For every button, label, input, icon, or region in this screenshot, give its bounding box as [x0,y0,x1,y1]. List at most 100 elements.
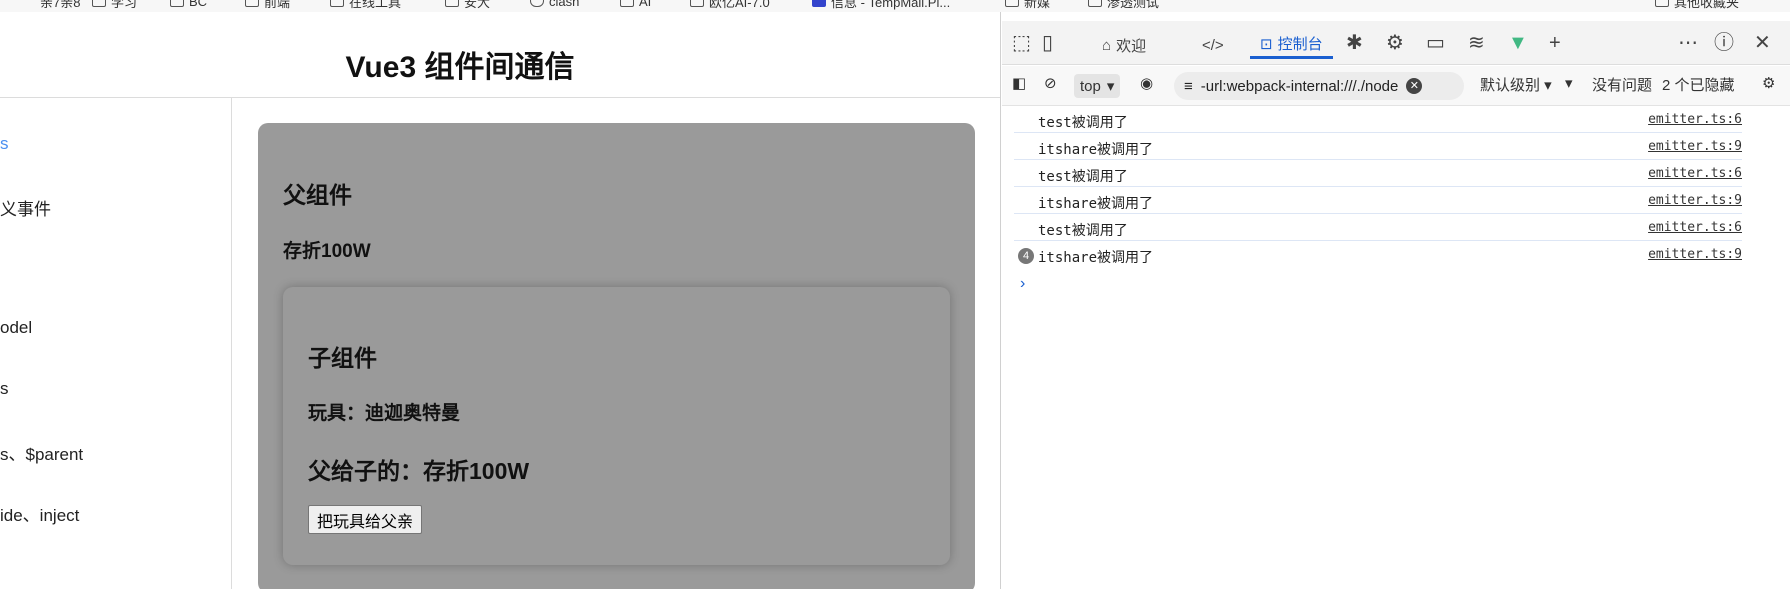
bookmark-label: clash [549,0,580,9]
log-row: test被调用了 emitter.ts:6 [1014,107,1742,133]
clear-filter-icon[interactable]: ✕ [1406,78,1423,94]
bookmark-label: BC [189,0,208,9]
bookmark-item[interactable]: 信息 - TempMail.Pl... [812,0,950,11]
log-source-link[interactable]: emitter.ts:9 [1648,193,1742,208]
context-label: top [1080,77,1101,95]
filter-input[interactable]: ≡ -url:webpack-internal:///./node ✕ [1174,72,1464,100]
clear-console-icon[interactable]: ⊘ [1044,74,1057,92]
vue-devtools-icon[interactable]: ▼ [1508,31,1528,55]
log-message: test被调用了 [1038,223,1128,239]
log-source-link[interactable]: emitter.ts:6 [1648,166,1742,181]
log-row: test被调用了 emitter.ts:6 [1014,215,1742,241]
bookmark-item[interactable]: 欧亿AI-7.0 [690,0,770,11]
bookmark-item[interactable]: 其他收藏夹 [1655,0,1739,11]
tempmail-icon [812,0,826,7]
folder-icon [92,0,106,7]
tab-elements[interactable]: </> [1202,31,1224,59]
chevron-down-icon: ▾ [1106,78,1115,95]
console-prompt[interactable]: › [1020,275,1025,293]
folder-icon [1005,0,1019,7]
bookmark-label: 安大 [464,0,491,10]
log-row: 4 itshare被调用了 emitter.ts:9 [1014,242,1742,268]
bookmark-label: 前端 [264,0,291,10]
log-row: test被调用了 emitter.ts:6 [1014,161,1742,187]
log-source-link[interactable]: emitter.ts:6 [1648,220,1742,235]
bookmark-item[interactable]: 亲7亲8 [40,0,80,11]
inspect-element-icon[interactable]: ⬚ [1012,31,1031,55]
home-icon: ⌂ [1102,36,1112,54]
bookmark-item[interactable]: AI [620,0,651,11]
folder-icon [620,0,634,7]
eye-icon[interactable]: ◉ [1140,74,1153,92]
folder-icon [1655,0,1669,7]
folder-icon [1088,0,1102,7]
folder-icon [445,0,459,7]
log-source-link[interactable]: emitter.ts:6 [1648,112,1742,127]
settings-gear-icon[interactable]: ⚙ [1762,74,1775,92]
console-toolbar: ◧ ⊘ top ▾ ◉ ≡ -url:webpack-internal:///.… [1002,66,1790,106]
bookmark-item[interactable]: 在线工具 [330,0,401,11]
code-icon: </> [1202,36,1224,54]
folder-icon [170,0,184,7]
application-icon[interactable]: ▭ [1426,31,1445,55]
issues-label[interactable]: 没有问题 [1592,74,1652,95]
log-level-select[interactable]: 默认级别 ▾ [1480,74,1552,95]
log-source-link[interactable]: emitter.ts:9 [1648,247,1742,262]
more-tools-icon[interactable]: + [1549,31,1561,55]
gear-chip-icon[interactable]: ⚙ [1386,31,1404,55]
bookmarks-bar: 亲7亲8 学习 BC 前端 在线工具 安大 clash AI 欧亿AI-7.0 … [0,0,1790,12]
bookmark-item[interactable]: 新媒 [1005,0,1050,11]
folder-icon [245,0,259,7]
bug-icon[interactable]: ✱ [1346,31,1363,55]
bookmark-item[interactable]: 安大 [445,0,490,11]
nav-item-props[interactable]: s [0,134,9,154]
repeat-count-badge: 4 [1018,248,1034,264]
tab-welcome[interactable]: ⌂ 欢迎 [1102,31,1146,59]
bookmark-label: 在线工具 [349,0,402,10]
filter-icon: ≡ [1184,77,1193,95]
log-level-label: 默认级别 [1480,77,1541,94]
nav-item-refs-parent[interactable]: s、$parent [0,440,83,465]
folder-icon [330,0,344,7]
log-message: test被调用了 [1038,115,1128,131]
bookmark-label: 信息 - TempMail.Pl... [831,0,951,10]
tab-console[interactable]: ⊡ 控制台 [1250,31,1333,59]
give-toy-button[interactable]: 把玩具给父亲 [308,505,423,534]
bookmark-label: 欧亿AI-7.0 [709,0,770,10]
sidebar-toggle-icon[interactable]: ◧ [1012,74,1026,92]
log-source-link[interactable]: emitter.ts:9 [1648,139,1742,154]
bookmark-item[interactable]: 前端 [245,0,290,11]
log-message: itshare被调用了 [1038,250,1154,266]
github-icon [530,0,544,7]
nav-item-custom-event[interactable]: 义事件 [0,195,51,220]
device-emulation-icon[interactable]: ▯ [1042,31,1053,55]
help-icon[interactable]: ⓘ [1714,31,1734,55]
tab-console-label: 控制台 [1277,36,1323,53]
child-money: 父给子的：存折100W [308,458,530,484]
bookmark-item[interactable]: 渗透测试 [1088,0,1159,11]
filter-value: -url:webpack-internal:///./node [1200,77,1399,95]
nav-item-v-model[interactable]: odel [0,318,32,338]
context-select[interactable]: top ▾ [1074,74,1121,98]
log-row: itshare被调用了 emitter.ts:9 [1014,188,1742,214]
nav-item-provide-inject[interactable]: ide、inject [0,501,79,526]
chevron-down-icon[interactable]: ▾ [1565,74,1573,92]
parent-title: 父组件 [283,182,352,208]
web-page: Vue3 组件间通信 s 义事件 odel s s、$parent ide、in… [0,12,1001,589]
bookmark-label: 渗透测试 [1107,0,1160,10]
devtools-panel: ⬚ ▯ ⌂ 欢迎 </> ⊡ 控制台 ✱ ⚙ ▭ ≋ ▼ + ⋯ ⓘ ✕ ◧ ⊘… [1002,12,1790,589]
more-options-icon[interactable]: ⋯ [1678,31,1698,55]
network-icon[interactable]: ≋ [1468,31,1485,55]
child-title: 子组件 [308,345,377,371]
app-icon [690,0,704,7]
log-message: itshare被调用了 [1038,142,1154,158]
tab-welcome-label: 欢迎 [1116,37,1147,55]
nav-item-attrs[interactable]: s [0,379,9,399]
bookmark-label: 其他收藏夹 [1674,0,1740,10]
bookmark-item[interactable]: BC [170,0,207,11]
bookmark-item[interactable]: 学习 [92,0,137,11]
child-component-card: 子组件 玩具：迪迦奥特曼 父给子的：存折100W 把玩具给父亲 [283,287,950,565]
close-icon[interactable]: ✕ [1754,31,1771,55]
bookmark-item[interactable]: clash [530,0,579,11]
page-title: Vue3 组件间通信 [345,51,575,84]
